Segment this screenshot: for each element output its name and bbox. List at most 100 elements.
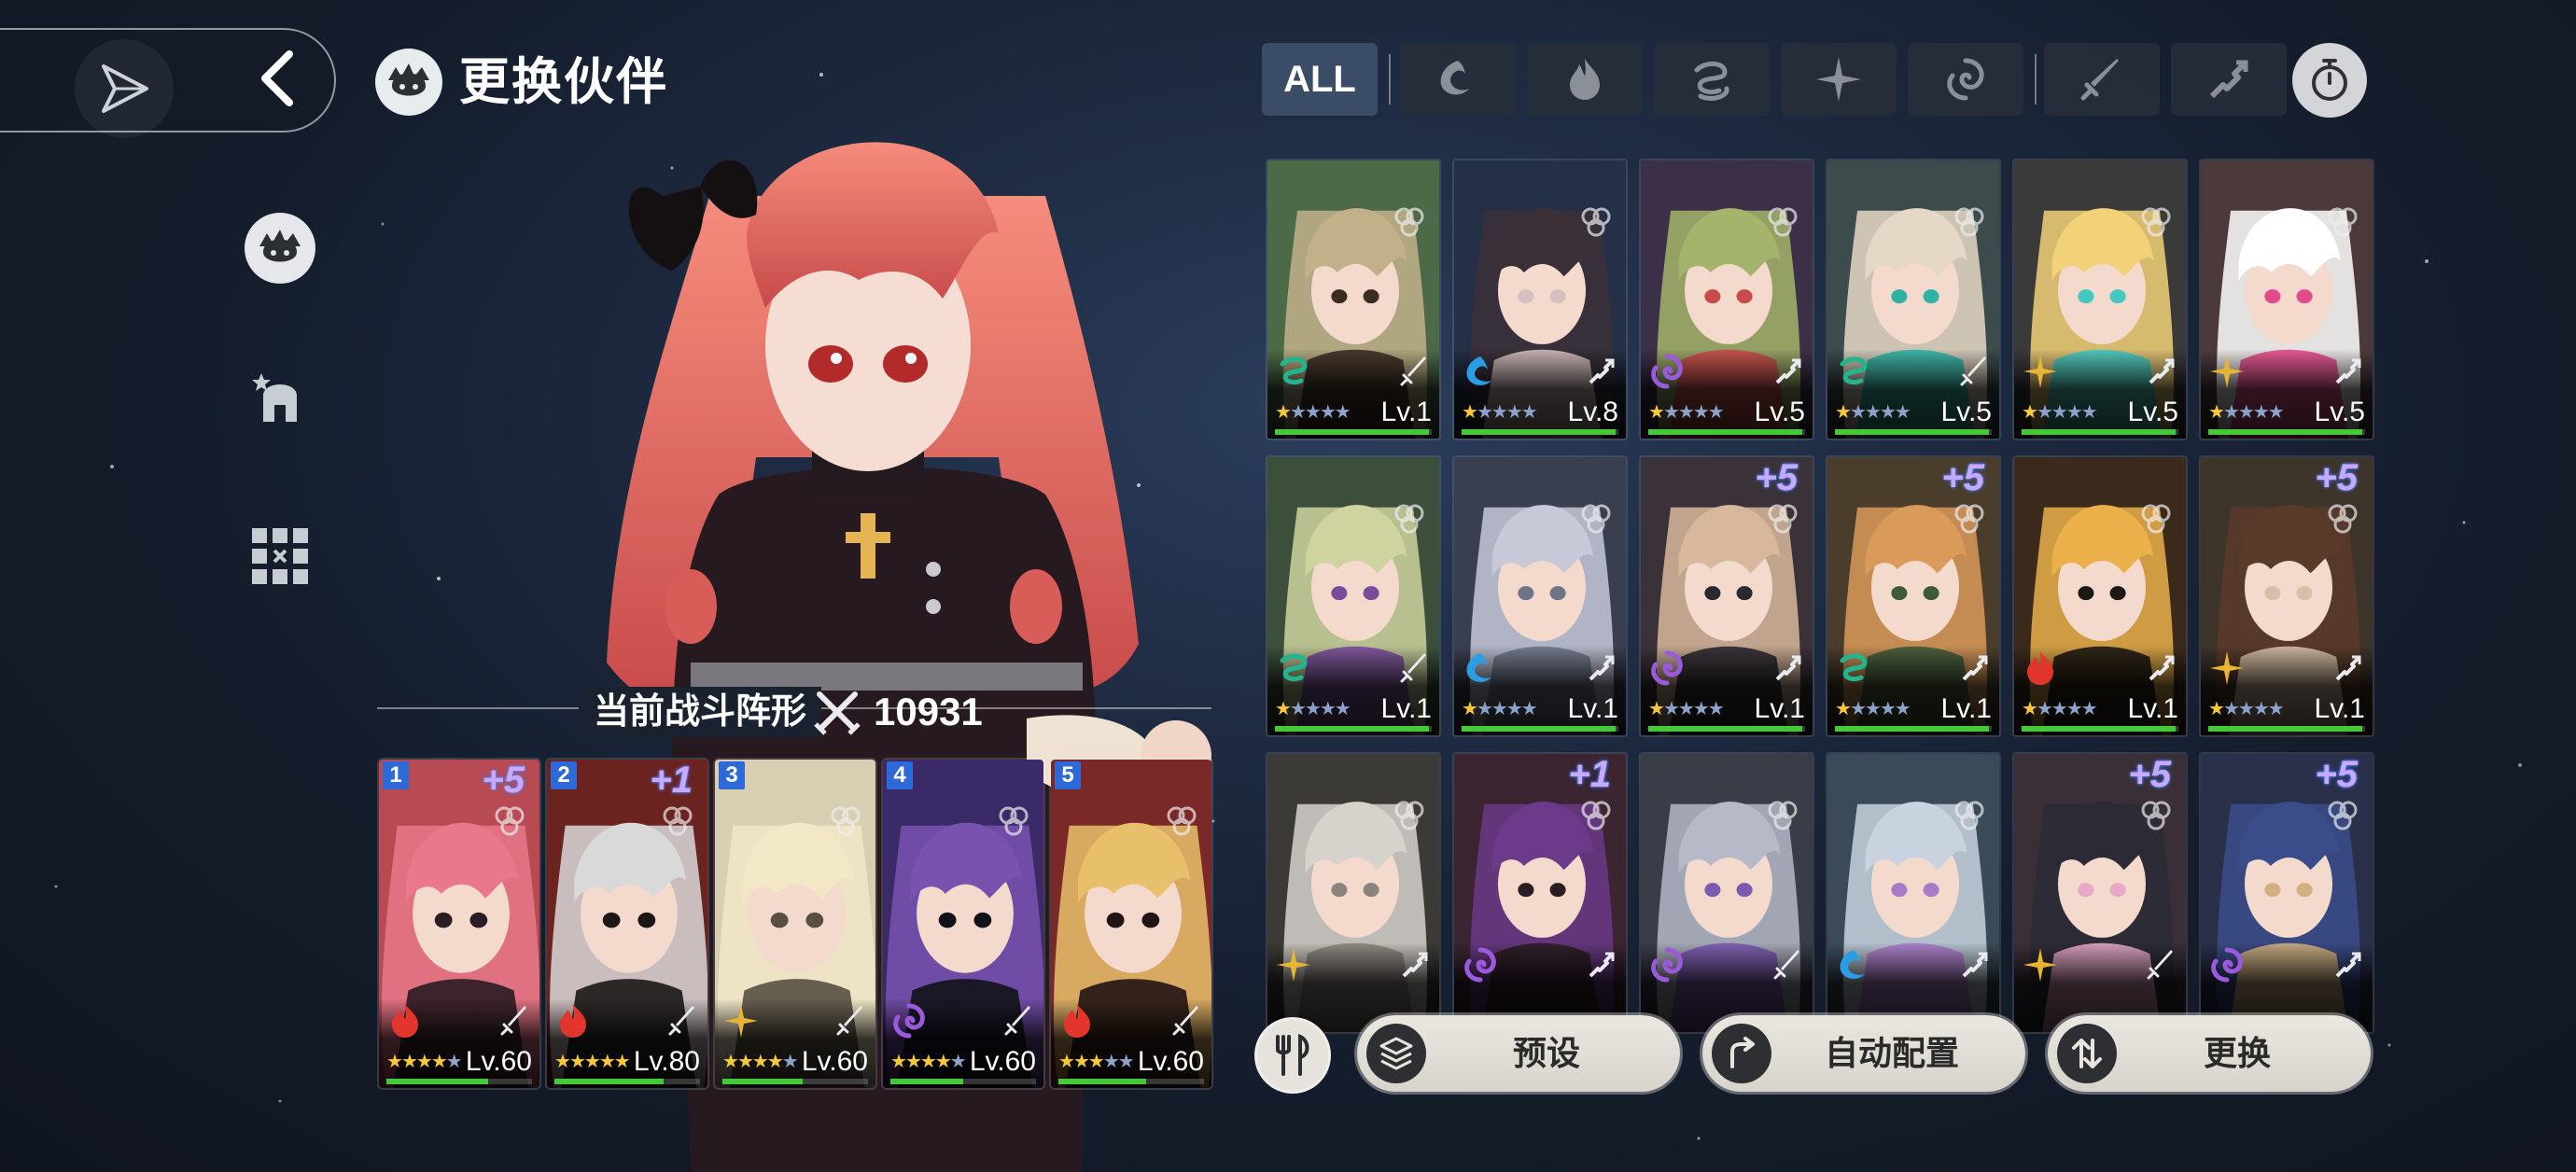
filter-water-tab[interactable] [1400, 43, 1516, 116]
stopwatch-button[interactable] [2292, 43, 2367, 118]
level-label: Lv.5 [2314, 397, 2365, 427]
fork-knife-icon [1276, 1034, 1309, 1076]
star-rating: ★★★★★ [1835, 402, 1911, 423]
ranged-class-icon [1775, 655, 1801, 681]
swap-button[interactable]: 更换 [2048, 1015, 2371, 1092]
roster-card[interactable]: ★★★★★ Lv.5 [2199, 159, 2374, 440]
roster-card[interactable]: +5 [2199, 752, 2374, 1034]
star-rating: ★★★★★ [1462, 402, 1538, 423]
wind-element-icon [1280, 356, 1308, 385]
enhance-bonus-badge: +1 [1568, 754, 1611, 795]
roster-card[interactable] [1826, 752, 2001, 1034]
ranged-class-icon [2149, 358, 2175, 384]
team-slot-4[interactable]: 4 ★★★★★ Lv.60 [881, 758, 1045, 1090]
sidebar-item-equipment[interactable] [245, 364, 315, 435]
game-logo-icon [75, 39, 174, 138]
formation-label: 当前战斗阵形 [579, 687, 822, 737]
ranged-class-icon [2335, 952, 2361, 978]
bond-link-icon [495, 806, 525, 836]
team-slot-2[interactable]: 2 +1 ★★★★★ Lv.80 [545, 758, 709, 1090]
filter-dark-tab[interactable] [1908, 43, 2023, 116]
sword-class-icon [668, 1006, 694, 1036]
dark-icon [1947, 58, 1984, 101]
back-chevron-icon[interactable] [252, 49, 308, 108]
star-rating: ★★★★★ [722, 1052, 799, 1072]
level-label: Lv.60 [1137, 1046, 1204, 1077]
team-slot-1[interactable]: 1 +5 ★★★★★ Lv.60 [377, 758, 541, 1090]
ranged-class-icon [2209, 60, 2248, 99]
enhance-bonus-badge: +5 [482, 760, 525, 801]
sword-class-icon [2147, 950, 2173, 980]
dark-element-icon [1464, 947, 1496, 983]
exp-bar [554, 1079, 700, 1084]
slot-number: 1 [383, 761, 409, 789]
star-rating: ★★★★★ [2022, 699, 2098, 719]
auto-configure-button[interactable]: 自动配置 [1702, 1015, 2025, 1092]
ranged-class-icon [2149, 655, 2175, 681]
roster-card[interactable]: +5 ★★★★★ Lv.1 [1826, 455, 2001, 737]
roster-card[interactable]: +1 [1452, 752, 1628, 1034]
bond-link-icon [2328, 207, 2358, 237]
bond-link-icon [1581, 207, 1611, 237]
filter-all-tab[interactable]: ALL [1262, 43, 1378, 116]
star-rating: ★★★★★ [2208, 402, 2285, 423]
grid-icon [252, 528, 308, 584]
team-slot-3[interactable]: 3 ★★★★★ Lv.60 [713, 758, 877, 1090]
roster-card[interactable]: ★★★★★ Lv.1 [1266, 159, 1441, 440]
level-label: Lv.5 [1940, 397, 1992, 427]
layers-icon [1366, 1024, 1426, 1083]
bond-link-icon [1581, 504, 1611, 534]
exp-bar [1648, 429, 1805, 435]
slot-number: 3 [719, 761, 745, 789]
meal-button[interactable] [1254, 1017, 1331, 1094]
filter-ranged-class-tab[interactable] [2171, 43, 2287, 116]
filter-wind-tab[interactable] [1654, 43, 1770, 116]
bond-link-icon [1768, 504, 1798, 534]
star-rating: ★★★★★ [1275, 402, 1351, 423]
bond-link-icon [1581, 801, 1611, 830]
exp-bar [1835, 429, 1992, 435]
preset-button[interactable]: 预设 [1357, 1015, 1680, 1092]
sidebar-item-partner[interactable] [245, 213, 315, 284]
team-slot-5[interactable]: 5 ★★★★★ Lv.60 [1049, 758, 1213, 1090]
exp-bar [722, 1079, 868, 1084]
bond-link-icon [2328, 504, 2358, 534]
roster-card[interactable]: ★★★★★ Lv.1 [2012, 455, 2188, 737]
roster-card[interactable]: ★★★★★ Lv.5 [2012, 159, 2188, 440]
exp-bar [1275, 726, 1432, 732]
roster-card[interactable] [1266, 752, 1441, 1034]
level-label: Lv.1 [1380, 693, 1432, 724]
water-element-icon [1466, 653, 1491, 682]
stopwatch-icon [2312, 59, 2347, 101]
ranged-class-icon [1589, 655, 1615, 681]
light-element-icon [2210, 651, 2244, 685]
water-element-icon [1840, 950, 1865, 979]
roster-card[interactable]: +5 ★★★★★ Lv.1 [1639, 455, 1814, 737]
water-icon [1440, 61, 1469, 95]
roster-card[interactable]: +5 ★★★★★ Lv.1 [2199, 455, 2374, 737]
enhance-bonus-badge: +5 [1941, 457, 1984, 498]
light-element-icon [2210, 355, 2244, 388]
exp-bar [1275, 429, 1432, 435]
sword-class-icon [836, 1006, 862, 1036]
filter-light-tab[interactable] [1781, 43, 1897, 116]
level-label: Lv.60 [465, 1046, 532, 1077]
roster-card[interactable]: +5 [2012, 752, 2188, 1034]
filter-fire-tab[interactable] [1527, 43, 1643, 116]
preset-label: 预设 [1512, 1034, 1580, 1072]
roster-card[interactable]: ★★★★★ Lv.1 [1452, 455, 1628, 737]
sidebar-item-formation-grid[interactable] [245, 521, 315, 592]
enhance-bonus-badge: +1 [650, 760, 693, 801]
roster-card[interactable]: ★★★★★ Lv.8 [1452, 159, 1628, 440]
bond-link-icon [999, 806, 1029, 836]
exp-bar [2208, 429, 2365, 435]
roster-card[interactable] [1639, 752, 1814, 1034]
combat-power-value: 10931 [874, 690, 983, 733]
roster-card[interactable]: ★★★★★ Lv.5 [1639, 159, 1814, 440]
exp-bar [890, 1079, 1036, 1084]
ranged-class-icon [2335, 358, 2361, 384]
roster-card[interactable]: ★★★★★ Lv.1 [1266, 455, 1441, 737]
filter-sword-class-tab[interactable] [2044, 43, 2160, 116]
enhance-bonus-badge: +5 [2315, 754, 2358, 795]
roster-card[interactable]: ★★★★★ Lv.5 [1826, 159, 2001, 440]
